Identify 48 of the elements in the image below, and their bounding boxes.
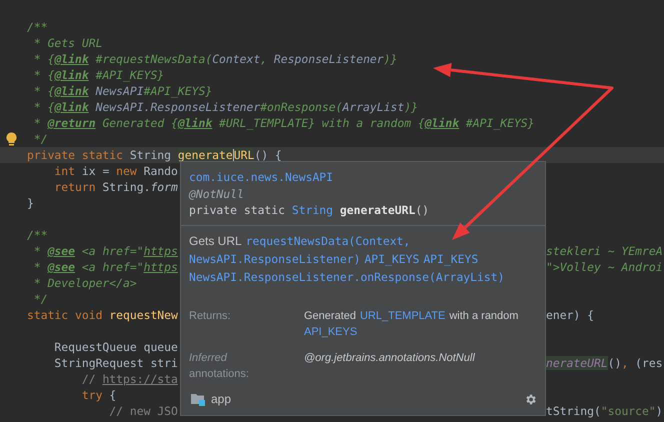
code-line: /**	[27, 227, 48, 243]
code-line: * {@link NewsAPI#API_KEYS}	[32, 83, 212, 99]
annotation-text: @NotNull	[189, 186, 245, 202]
section-label: Returns:	[189, 308, 232, 324]
doc-link[interactable]: URL_TEMPLATE	[360, 308, 446, 324]
section-label: annotations:	[189, 366, 250, 382]
code-line: try {	[80, 387, 116, 403]
code-line: static void requestNew	[27, 307, 178, 323]
doc-link[interactable]: API_KEYS	[364, 250, 420, 268]
code-line: stekleri ~ YEmreA	[546, 243, 663, 259]
doc-link[interactable]: NewsAPI.ResponseListener)	[189, 250, 360, 268]
code-line: */	[32, 291, 48, 307]
code-line: */	[32, 131, 48, 147]
code-line: * @see <a href="https	[32, 243, 178, 259]
section-value: @org.jetbrains.annotations.NotNull	[304, 350, 475, 366]
code-line: * Developer</a>	[32, 275, 137, 291]
code-line: return String.form	[53, 179, 178, 195]
code-line: RequestQueue queue	[53, 339, 178, 355]
code-line: * {@link NewsAPI.ResponseListener#onResponse(ArrayList)}	[32, 99, 418, 115]
method-signature: private static String generateURL()	[189, 202, 430, 218]
code-line: }	[27, 195, 34, 211]
code-line: * @see <a href="https	[32, 259, 178, 275]
section-label: Inferred	[189, 350, 228, 366]
section-value: Generated	[304, 308, 356, 324]
doc-link[interactable]: API_KEYS	[304, 324, 358, 340]
lightbulb-icon[interactable]	[6, 132, 17, 146]
package-name[interactable]: com.iuce.news.NewsAPI	[189, 169, 537, 186]
code-line: * Gets URL	[32, 35, 102, 51]
code-line: * @return Generated {@link #URL_TEMPLATE} with a random {@link #API_KEYS}	[32, 115, 535, 131]
code-line: /**	[27, 19, 48, 35]
module-name: app	[211, 392, 232, 406]
code-line: nerateURL(), (res	[546, 355, 663, 371]
section-value: with a random	[449, 308, 518, 324]
code-line: tString("source")	[546, 403, 663, 419]
doc-link[interactable]: requestNewsData(Context,	[246, 232, 410, 250]
folder-icon	[191, 392, 206, 406]
description-text: Gets URL	[189, 232, 242, 250]
code-line: int ix = new Rando	[53, 163, 178, 179]
code-line: // new JSO	[108, 403, 178, 419]
code-line: // https://sta	[80, 371, 178, 387]
code-line: ener) {	[546, 307, 594, 323]
settings-icon[interactable]	[524, 392, 537, 406]
code-line: * {@link #requestNewsData(Context, ResponseListener)}	[32, 51, 398, 67]
code-line: StringRequest stri	[53, 355, 178, 371]
code-line: ">Volley ~ Androi	[546, 259, 663, 275]
doc-link[interactable]: API_KEYS	[423, 250, 478, 268]
doc-link[interactable]: NewsAPI.ResponseListener.onResponse(ArrayList)	[189, 268, 504, 286]
code-line: * {@link #API_KEYS}	[32, 67, 164, 83]
